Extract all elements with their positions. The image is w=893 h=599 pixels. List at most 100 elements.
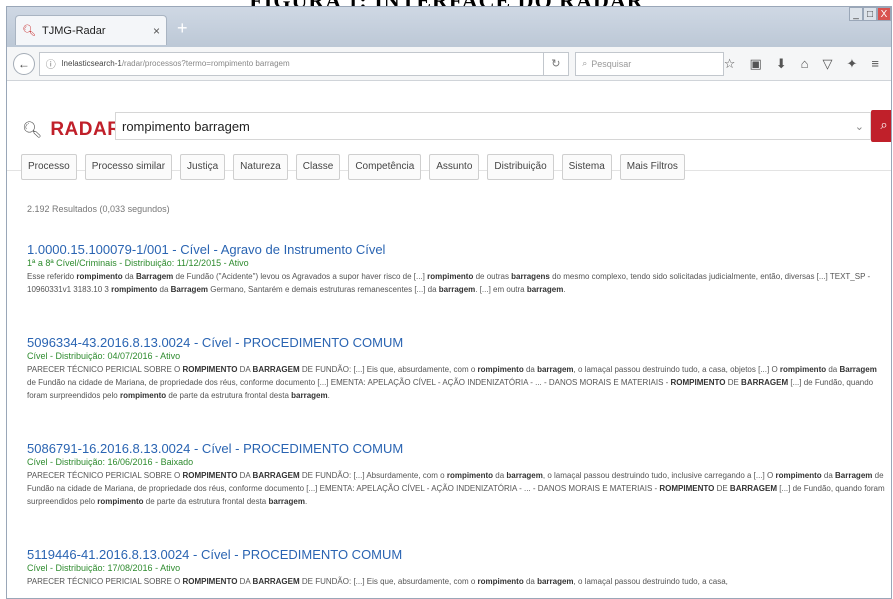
- new-tab-button[interactable]: +: [177, 19, 188, 37]
- home-icon[interactable]: ⌂: [801, 56, 809, 72]
- snippet-text: PARECER TÉCNICO PERICIAL SOBRE O: [27, 577, 183, 586]
- maximize-button[interactable]: □: [863, 7, 877, 21]
- result-meta: 1ª a 8ª Cível/Criminais - Distribuição: …: [27, 258, 249, 268]
- filter-assunto[interactable]: Assunto: [429, 154, 480, 180]
- filter-processo[interactable]: Processo: [21, 154, 77, 180]
- pocket-icon[interactable]: ▽: [823, 56, 833, 72]
- snippet-highlight: ROMPIMENTO: [659, 484, 715, 493]
- snippet-text: da: [157, 285, 171, 294]
- reload-icon[interactable]: ↻: [543, 51, 570, 76]
- favicon-search-icon: 🔍︎: [22, 24, 36, 37]
- snippet-highlight: barragem: [537, 577, 574, 586]
- result-snippet: PARECER TÉCNICO PERICIAL SOBRE O ROMPIME…: [27, 363, 887, 402]
- snippet-highlight: BARRAGEM: [252, 365, 300, 374]
- snippet-highlight: rompimento: [97, 497, 144, 506]
- extension-icon[interactable]: ✦: [847, 56, 858, 72]
- snippet-text: Germano, Santarém e demais estruturas re…: [208, 285, 439, 294]
- browser-window: 🔍︎ TJMG-Radar × + _ □ X ← ⓘ lnelasticsea…: [6, 6, 892, 599]
- snippet-text: DA: [237, 577, 253, 586]
- snippet-text: da: [523, 365, 538, 374]
- snippet-highlight: rompimento: [111, 285, 158, 294]
- result-title-link[interactable]: 5096334-43.2016.8.13.0024 - Cível - PROC…: [27, 335, 887, 350]
- snippet-text: , o lamaçal passou destruindo tudo, incl…: [542, 471, 776, 480]
- filter-distribuicao[interactable]: Distribuição: [487, 154, 554, 180]
- snippet-text: DE: [725, 378, 742, 387]
- result-meta: Cível - Distribuição: 04/07/2016 - Ativo: [27, 351, 181, 361]
- search-button[interactable]: ⌕: [871, 110, 891, 142]
- window-controls: _ □ X: [849, 7, 891, 21]
- filter-justica[interactable]: Justiça: [180, 154, 226, 180]
- snippet-text: DA: [237, 471, 253, 480]
- filter-processo-similar[interactable]: Processo similar: [84, 154, 173, 180]
- radar-logo[interactable]: 🔍︎ RADAR: [22, 119, 121, 141]
- snippet-text: de parte da estrutura frontal desta: [143, 497, 269, 506]
- result-snippet: PARECER TÉCNICO PERICIAL SOBRE O ROMPIME…: [27, 575, 887, 588]
- result-snippet: PARECER TÉCNICO PERICIAL SOBRE O ROMPIME…: [27, 469, 887, 508]
- logo-text: RADAR: [50, 119, 122, 140]
- minimize-button[interactable]: _: [849, 7, 863, 21]
- result-title-link[interactable]: 5086791-16.2016.8.13.0024 - Cível - PROC…: [27, 441, 887, 456]
- result-title-link[interactable]: 5119446-41.2016.8.13.0024 - Cível - PROC…: [27, 547, 887, 562]
- tab-close-icon[interactable]: ×: [153, 24, 160, 38]
- menu-icon[interactable]: ≡: [871, 56, 879, 72]
- snippet-highlight: rompimento: [76, 272, 123, 281]
- result-meta: Cível - Distribuição: 16/06/2016 - Baixa…: [27, 457, 194, 467]
- snippet-text: de outras: [473, 272, 512, 281]
- snippet-text: , o lamaçal passou destruindo tudo, a ca…: [573, 577, 728, 586]
- snippet-text: DA: [237, 365, 253, 374]
- snippet-text: PARECER TÉCNICO PERICIAL SOBRE O: [27, 365, 183, 374]
- query-input[interactable]: rompimento barragem ⌄: [115, 112, 871, 140]
- snippet-text: da: [821, 471, 836, 480]
- snippet-text: da: [523, 577, 538, 586]
- snippet-text: DE FUNDÃO: [...] Eis que, absurdamente, …: [299, 577, 478, 586]
- snippet-highlight: rompimento: [775, 471, 822, 480]
- snippet-highlight: BARRAGEM: [729, 484, 778, 493]
- snippet-highlight: rompimento: [427, 272, 474, 281]
- snippet-highlight: barragem: [537, 365, 574, 374]
- snippet-text: .: [304, 497, 308, 506]
- snippet-highlight: rompimento: [446, 471, 494, 480]
- snippet-highlight: barragem: [526, 285, 564, 294]
- filter-mais-filtros[interactable]: Mais Filtros: [619, 154, 685, 180]
- tab-title: TJMG-Radar: [42, 24, 106, 37]
- result-snippet: Esse referido rompimento da Barragem de …: [27, 270, 887, 296]
- snippet-highlight: rompimento: [119, 391, 167, 400]
- close-window-button[interactable]: X: [877, 7, 891, 21]
- snippet-text: .: [327, 391, 330, 400]
- result-title-link[interactable]: 1.0000.15.100079-1/001 - Cível - Agravo …: [27, 242, 887, 257]
- browser-tab[interactable]: 🔍︎ TJMG-Radar ×: [15, 15, 167, 45]
- query-text: rompimento barragem: [122, 118, 250, 134]
- page-content: 🔍︎ RADAR rompimento barragem ⌄ ⌕ Process…: [7, 82, 891, 598]
- snippet-highlight: rompimento: [477, 577, 524, 586]
- filter-competencia[interactable]: Competência: [348, 154, 422, 180]
- chevron-down-icon[interactable]: ⌄: [855, 120, 864, 133]
- tab-bar: 🔍︎ TJMG-Radar × + _ □ X: [7, 7, 891, 47]
- filter-classe[interactable]: Classe: [295, 154, 341, 180]
- snippet-highlight: BARRAGEM: [741, 378, 789, 387]
- download-icon[interactable]: ⬇: [776, 56, 787, 72]
- snippet-text: de Fundão ("Acidente") levou os Agravado…: [173, 272, 428, 281]
- filter-sistema[interactable]: Sistema: [561, 154, 612, 180]
- filter-natureza[interactable]: Natureza: [233, 154, 288, 180]
- snippet-text: DE FUNDÃO: [...] Absurdamente, com o: [299, 471, 447, 480]
- snippet-text: DE: [714, 484, 730, 493]
- url-path: /radar/processos?termo=rompimento barrag…: [121, 59, 290, 68]
- navigation-bar: ← ⓘ lnelasticsearch-1 /radar/processos?t…: [7, 47, 891, 81]
- result-item: 5086791-16.2016.8.13.0024 - Cível - PROC…: [27, 441, 887, 508]
- snippet-highlight: Barragem: [839, 365, 877, 374]
- snippet-text: da: [493, 471, 507, 480]
- reading-list-icon[interactable]: ▣: [749, 56, 761, 72]
- back-arrow-icon[interactable]: ←: [13, 52, 35, 75]
- snippet-text: .: [563, 285, 566, 294]
- address-bar[interactable]: ⓘ lnelasticsearch-1 /radar/processos?ter…: [38, 51, 544, 76]
- snippet-highlight: ROMPIMENTO: [182, 577, 238, 586]
- snippet-text: de Fundão na cidade de Mariana, de propr…: [27, 378, 671, 387]
- snippet-highlight: barragem: [506, 471, 543, 480]
- snippet-highlight: barragem: [268, 497, 305, 506]
- bookmark-star-icon[interactable]: ☆: [724, 56, 736, 72]
- snippet-highlight: rompimento: [477, 365, 524, 374]
- snippet-highlight: barragens: [511, 272, 550, 281]
- toolbar-icons: ☆ ▣ ⬇ ⌂ ▽ ✦ ≡: [724, 56, 885, 72]
- browser-search-input[interactable]: ⌕ Pesquisar: [575, 51, 724, 76]
- snippet-highlight: BARRAGEM: [252, 577, 300, 586]
